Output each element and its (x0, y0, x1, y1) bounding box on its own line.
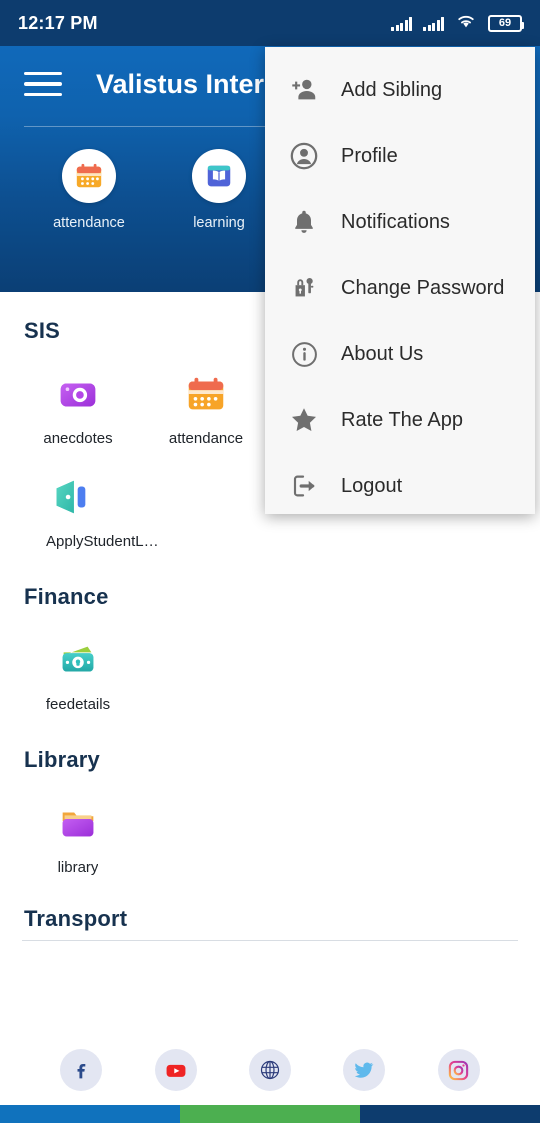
twitter-icon[interactable] (343, 1049, 386, 1091)
status-bar: 12:17 PM 69 (0, 0, 540, 46)
profile-icon (281, 141, 327, 171)
section-grid-finance: feedetails (0, 610, 540, 713)
youtube-icon[interactable] (154, 1049, 197, 1091)
globe-icon[interactable] (248, 1049, 291, 1091)
menu-item-profile[interactable]: Profile (265, 123, 535, 189)
camera-icon (54, 370, 102, 418)
status-bar-icons: 69 (391, 12, 524, 34)
logout-icon (281, 471, 327, 501)
section-divider (22, 940, 518, 941)
section-title-finance: Finance (24, 584, 109, 609)
add-person-icon (281, 75, 327, 105)
nav-segment-center (180, 1105, 360, 1123)
menu-item-notifications[interactable]: Notifications (265, 189, 535, 255)
app-tile-feedetails[interactable]: feedetails (14, 636, 142, 713)
social-links-bar (0, 1035, 540, 1105)
battery-icon: 69 (488, 14, 524, 32)
book-icon (192, 149, 246, 203)
app-tile-library[interactable]: library (14, 799, 142, 876)
quick-link-label: attendance (53, 215, 125, 231)
menu-item-about-us[interactable]: About Us (265, 321, 535, 387)
overflow-dropdown-menu[interactable]: Add Sibling Profile Notifications Change… (265, 47, 535, 514)
menu-item-label: Add Sibling (341, 78, 443, 101)
lock-key-icon (281, 273, 327, 303)
nav-segment-left (0, 1105, 180, 1123)
page-title: Valistus Inter (96, 68, 265, 99)
menu-item-logout[interactable]: Logout (265, 453, 535, 519)
app-tile-label: ApplyStudentL… (46, 533, 159, 550)
section-grid-library: library (0, 773, 540, 876)
section-title-library: Library (24, 747, 100, 772)
system-navigation-bar (0, 1105, 540, 1123)
menu-item-label: Profile (341, 144, 398, 167)
menu-item-add-sibling[interactable]: Add Sibling (265, 57, 535, 123)
app-tile-attendance[interactable]: attendance (142, 370, 270, 447)
wallet-icon (54, 636, 102, 684)
battery-level-label: 69 (498, 16, 512, 29)
menu-item-label: About Us (341, 342, 424, 365)
menu-item-change-password[interactable]: Change Password (265, 255, 535, 321)
door-exit-icon (46, 473, 94, 521)
app-tile-anecdotes[interactable]: anecdotes (14, 370, 142, 447)
quick-link-label: learning (193, 215, 245, 231)
facebook-icon[interactable] (60, 1049, 103, 1091)
menu-item-label: Change Password (341, 276, 505, 299)
bell-icon (281, 208, 327, 236)
app-tile-label: attendance (168, 430, 244, 447)
instagram-icon[interactable] (437, 1049, 480, 1091)
section-transport: Transport (0, 906, 540, 941)
hamburger-menu-icon[interactable] (24, 71, 62, 97)
signal-bars-icon (391, 16, 412, 31)
calendar-icon (182, 370, 230, 418)
menu-item-label: Logout (341, 474, 403, 497)
wifi-icon (455, 12, 477, 34)
menu-item-rate-the-app[interactable]: Rate The App (265, 387, 535, 453)
signal-bars-icon (423, 16, 444, 31)
quick-link-attendance[interactable]: attendance (24, 149, 154, 231)
menu-item-label: Rate The App (341, 408, 463, 431)
section-title-transport: Transport (24, 906, 128, 931)
app-tile-label: anecdotes (43, 430, 113, 447)
app-tile-label: feedetails (45, 696, 111, 713)
folder-icon (54, 799, 102, 847)
nav-segment-right (360, 1105, 540, 1123)
calendar-icon (62, 149, 116, 203)
info-icon (281, 340, 327, 369)
app-tile-label: library (57, 859, 99, 876)
menu-item-label: Notifications (341, 210, 450, 233)
star-icon (281, 405, 327, 435)
status-bar-clock: 12:17 PM (18, 12, 98, 33)
